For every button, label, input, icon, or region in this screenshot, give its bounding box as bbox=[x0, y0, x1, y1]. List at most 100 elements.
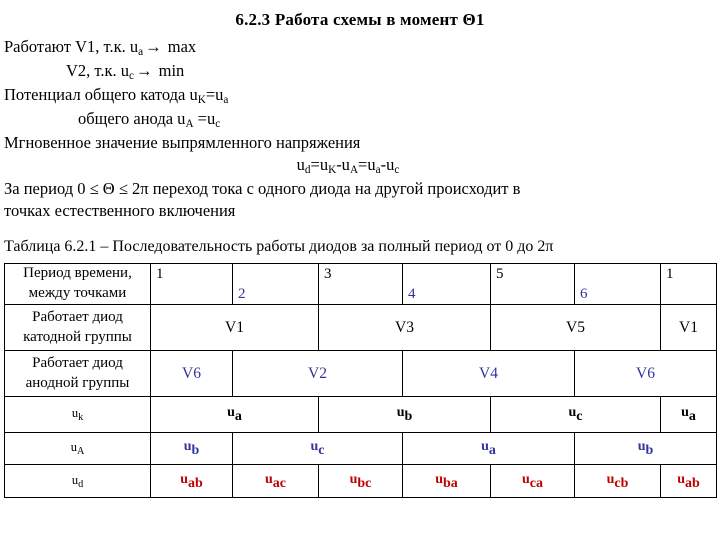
table-row-period: Период времени, между точками 1 2 3 4 5 … bbox=[4, 263, 717, 306]
voltage-sub: b bbox=[191, 443, 200, 458]
voltage-sub: ca bbox=[529, 475, 543, 491]
row-label-uA: uA bbox=[4, 432, 151, 466]
text-line-period-transition-2: точках естественного включения bbox=[4, 201, 236, 221]
voltage-sub: cb bbox=[614, 475, 629, 491]
table-row-anode-diode: Работает диод анодной группы V6 V2 V4 V6 bbox=[4, 350, 717, 398]
uA-cell-2: uc bbox=[232, 432, 403, 466]
voltage-sub: ac bbox=[272, 475, 286, 491]
voltage-sub: bc bbox=[357, 475, 372, 491]
subscript-A: A bbox=[349, 164, 359, 177]
arrow-icon: → bbox=[136, 61, 153, 81]
row-label-period-line1: Период времени, bbox=[23, 265, 132, 282]
voltage-base: u bbox=[637, 439, 646, 455]
cathode-diode-cell-3: V5 bbox=[490, 304, 661, 352]
voltage-base: u bbox=[396, 405, 405, 421]
formula-ud: ud=uK-uA=ua-uc bbox=[296, 155, 400, 177]
voltage-sub: c bbox=[576, 409, 583, 424]
slide-page: 6.2.3 Работа схемы в момент Θ1 Работают … bbox=[0, 10, 720, 550]
voltage-sub: b bbox=[645, 443, 654, 458]
diode-name: V5 bbox=[566, 318, 585, 336]
row-label-uA-sub: A bbox=[76, 446, 85, 458]
ud-cell-4: uba bbox=[402, 464, 491, 499]
period-cell-2: 2 bbox=[232, 263, 319, 306]
row-label-period-line2: между точками bbox=[28, 285, 127, 302]
subscript-A: A bbox=[185, 118, 194, 131]
diode-sequence-table: Период времени, между точками 1 2 3 4 5 … bbox=[4, 263, 717, 499]
uk-cell-1: ua bbox=[150, 396, 319, 434]
row-label-cathode-line1: Работает диод bbox=[32, 308, 123, 325]
cathode-diode-cell-2: V3 bbox=[318, 304, 491, 352]
period-number: 2 bbox=[238, 286, 246, 303]
ud-cell-6: ucb bbox=[574, 464, 661, 499]
ud-cell-3: ubc bbox=[318, 464, 403, 499]
subscript-c: c bbox=[394, 164, 400, 177]
row-label-ud: ud bbox=[4, 464, 151, 499]
voltage-sub: ab bbox=[685, 475, 700, 491]
diode-name: V3 bbox=[395, 318, 414, 336]
uA-cell-4: ub bbox=[574, 432, 717, 466]
text-line-operating-v2: V2, т.к. uc → min bbox=[66, 61, 185, 83]
period-number: 4 bbox=[408, 286, 416, 303]
period-cell-7: 1 bbox=[660, 263, 717, 306]
text-line-operating-v1: Работают V1, т.к. ua → max bbox=[4, 37, 197, 59]
anode-diode-cell-4: V6 bbox=[574, 350, 717, 398]
voltage-sub: a bbox=[234, 409, 242, 424]
table-row-uA: uA ub uc ua ub bbox=[4, 432, 717, 466]
anode-diode-cell-1: V6 bbox=[150, 350, 233, 398]
diode-name: V1 bbox=[225, 318, 244, 336]
voltage-sub: b bbox=[404, 409, 413, 424]
voltage-base: u bbox=[435, 471, 443, 487]
ud-cell-2: uac bbox=[232, 464, 319, 499]
arrow-icon: → bbox=[145, 37, 162, 56]
period-number: 3 bbox=[324, 266, 332, 283]
diode-name: V6 bbox=[182, 364, 201, 382]
table-row-uk: uk ua ub uc ua bbox=[4, 396, 717, 434]
table-caption: Таблица 6.2.1 – Последовательность работ… bbox=[4, 238, 554, 256]
voltage-sub: ba bbox=[443, 475, 458, 491]
anode-diode-cell-3: V4 bbox=[402, 350, 575, 398]
diode-name: V1 bbox=[679, 318, 698, 336]
row-label-anode-line2: анодной группы bbox=[25, 374, 130, 391]
period-cell-4: 4 bbox=[402, 263, 491, 306]
uk-cell-3: uc bbox=[490, 396, 661, 434]
period-cell-5: 5 bbox=[490, 263, 575, 306]
page-title: 6.2.3 Работа схемы в момент Θ1 bbox=[235, 10, 485, 29]
row-label-uk-sub: k bbox=[78, 412, 84, 424]
row-label-anode: Работает диод анодной группы bbox=[4, 350, 151, 398]
row-label-cathode: Работает диод катодной группы bbox=[4, 304, 151, 352]
row-label-ud-sub: d bbox=[78, 478, 84, 490]
text-line-anode-potential: общего анода uA =uc bbox=[78, 109, 221, 131]
period-number: 6 bbox=[580, 286, 588, 303]
voltage-sub: ab bbox=[188, 475, 203, 491]
period-cell-3: 3 bbox=[318, 263, 403, 306]
subscript-c: c bbox=[215, 118, 221, 131]
voltage-base: u bbox=[681, 405, 689, 421]
subscript-k: K bbox=[197, 94, 206, 107]
voltage-base: u bbox=[521, 471, 530, 487]
body-text-block: Работают V1, т.к. ua → max V2, т.к. uc → m… bbox=[4, 36, 720, 222]
text-line-instant-value: Мгновенное значение выпрямленного напряж… bbox=[4, 133, 361, 153]
ud-cell-7: uab bbox=[660, 464, 717, 499]
diode-name: V2 bbox=[308, 364, 327, 382]
period-number: 1 bbox=[666, 266, 674, 283]
voltage-sub: a bbox=[488, 443, 496, 458]
cathode-diode-cell-4: V1 bbox=[660, 304, 717, 352]
row-label-period: Период времени, между точками bbox=[4, 263, 151, 306]
text-line-cathode-potential: Потенциал общего катода uK=ua bbox=[4, 85, 229, 107]
voltage-base: u bbox=[264, 471, 273, 487]
voltage-base: u bbox=[677, 471, 685, 487]
table-row-cathode-diode: Работает диод катодной группы V1 V3 V5 V… bbox=[4, 304, 717, 352]
voltage-base: u bbox=[481, 439, 489, 455]
diode-name: V6 bbox=[636, 364, 655, 382]
row-label-anode-line1: Работает диод bbox=[32, 354, 123, 371]
period-number: 1 bbox=[156, 266, 164, 283]
period-number: 5 bbox=[496, 266, 504, 283]
ud-cell-1: uab bbox=[150, 464, 233, 499]
row-label-cathode-line2: катодной группы bbox=[23, 328, 132, 345]
voltage-base: u bbox=[183, 439, 192, 455]
period-cell-6: 6 bbox=[574, 263, 661, 306]
uA-cell-1: ub bbox=[150, 432, 233, 466]
voltage-base: u bbox=[227, 405, 235, 421]
uk-cell-4: ua bbox=[660, 396, 717, 434]
ud-cell-5: uca bbox=[490, 464, 575, 499]
